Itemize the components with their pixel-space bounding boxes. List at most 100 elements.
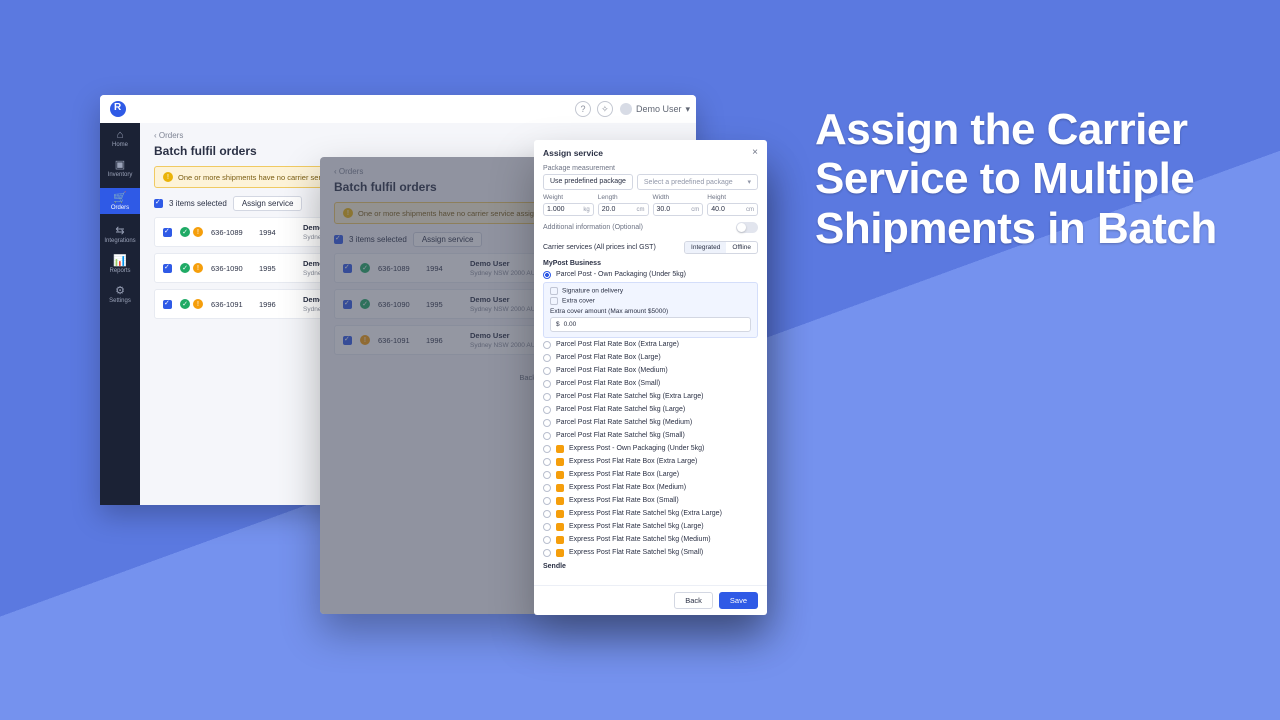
express-icon (556, 549, 564, 557)
reports-icon: 📊 (100, 254, 140, 267)
radio-icon (543, 419, 551, 427)
radio-icon (543, 380, 551, 388)
service-option[interactable]: Express Post Flat Rate Satchel 5kg (Extr… (543, 507, 758, 520)
service-option[interactable]: Express Post Flat Rate Satchel 5kg (Medi… (543, 533, 758, 546)
service-option[interactable]: Parcel Post Flat Rate Box (Large) (543, 351, 758, 364)
radio-icon (543, 271, 551, 279)
user-menu[interactable]: Demo User ▾ (620, 103, 690, 115)
breadcrumb[interactable]: ‹ Orders (154, 131, 682, 140)
radio-icon (543, 406, 551, 414)
assign-service-button[interactable]: Assign service (233, 196, 303, 211)
sidebar-item-orders[interactable]: 🛒Orders (100, 188, 140, 214)
service-option[interactable]: Parcel Post - Own Packaging (Under 5kg) (543, 268, 758, 281)
row-checkbox[interactable] (163, 264, 172, 273)
tab-offline[interactable]: Offline (726, 242, 757, 253)
service-option[interactable]: Express Post Flat Rate Box (Extra Large) (543, 455, 758, 468)
signature-checkbox[interactable]: Signature on delivery (550, 287, 751, 295)
express-icon (556, 445, 564, 453)
provider-mypost: MyPost Business (534, 256, 767, 268)
service-option[interactable]: Parcel Post Flat Rate Box (Extra Large) (543, 338, 758, 351)
service-source-tabs[interactable]: Integrated Offline (684, 241, 758, 254)
warning-icon: ! (193, 263, 203, 273)
user-name: Demo User (636, 104, 682, 114)
service-option[interactable]: Parcel Post Flat Rate Satchel 5kg (Extra… (543, 390, 758, 403)
express-icon (556, 471, 564, 479)
sidebar-item-inventory[interactable]: ▣Inventory (100, 158, 140, 178)
warning-icon: ! (163, 172, 173, 182)
check-icon: ✓ (180, 263, 190, 273)
weight-input[interactable]: 1.000kg (543, 203, 594, 216)
additional-info-label: Additional information (Optional) (543, 224, 643, 231)
radio-icon (543, 497, 551, 505)
close-icon[interactable]: × (752, 147, 758, 158)
integrations-icon: ⇆ (100, 224, 140, 237)
extra-cover-checkbox[interactable]: Extra cover (550, 297, 751, 305)
announce-icon[interactable]: ✧ (597, 101, 613, 117)
service-option[interactable]: Parcel Post Flat Rate Satchel 5kg (Large… (543, 403, 758, 416)
express-icon (556, 510, 564, 518)
predefined-package-select[interactable]: Select a predefined package ▾ (637, 174, 758, 190)
warning-icon: ! (193, 299, 203, 309)
topbar: ? ✧ Demo User ▾ (100, 95, 696, 123)
inventory-icon: ▣ (100, 158, 140, 171)
sidebar-item-home[interactable]: ⌂Home (100, 129, 140, 148)
service-option[interactable]: Express Post Flat Rate Satchel 5kg (Larg… (543, 520, 758, 533)
radio-icon (543, 523, 551, 531)
avatar-icon (620, 103, 632, 115)
express-icon (556, 458, 564, 466)
service-option[interactable]: Parcel Post Flat Rate Box (Small) (543, 377, 758, 390)
cart-icon: 🛒 (100, 191, 140, 204)
gear-icon: ⚙ (100, 284, 140, 297)
express-icon (556, 523, 564, 531)
radio-icon (543, 445, 551, 453)
radio-icon (543, 341, 551, 349)
service-option[interactable]: Express Post Flat Rate Box (Small) (543, 494, 758, 507)
service-option[interactable]: Express Post Flat Rate Satchel 5kg (Smal… (543, 546, 758, 559)
selection-count: 3 items selected (169, 199, 227, 208)
chevron-down-icon: ▾ (685, 104, 690, 115)
additional-info-toggle[interactable] (736, 222, 758, 233)
pkg-measurement-label: Package measurement (534, 162, 767, 174)
service-option[interactable]: Express Post - Own Packaging (Under 5kg) (543, 442, 758, 455)
radio-icon (543, 484, 551, 492)
save-button[interactable]: Save (719, 592, 758, 609)
express-icon (556, 536, 564, 544)
use-predefined-button[interactable]: Use predefined package (543, 174, 633, 190)
back-button[interactable]: Back (674, 592, 713, 609)
carrier-services-label: Carrier services (All prices incl GST) (543, 244, 656, 251)
home-icon: ⌂ (100, 129, 140, 141)
row-checkbox[interactable] (163, 228, 172, 237)
radio-icon (543, 510, 551, 518)
radio-icon (543, 432, 551, 440)
express-icon (556, 484, 564, 492)
height-input[interactable]: 40.0cm (707, 203, 758, 216)
help-icon[interactable]: ? (575, 101, 591, 117)
row-checkbox[interactable] (163, 300, 172, 309)
length-input[interactable]: 20.0cm (598, 203, 649, 216)
width-input[interactable]: 30.0cm (653, 203, 704, 216)
sidebar-item-settings[interactable]: ⚙Settings (100, 284, 140, 304)
warning-icon: ! (193, 227, 203, 237)
service-option[interactable]: Parcel Post Flat Rate Box (Medium) (543, 364, 758, 377)
sidebar-item-integrations[interactable]: ⇆Integrations (100, 224, 140, 244)
extra-cover-input[interactable]: $0.00 (550, 317, 751, 332)
tab-integrated[interactable]: Integrated (685, 242, 726, 253)
app-logo-icon (110, 101, 126, 117)
chevron-down-icon: ▾ (747, 178, 751, 186)
radio-icon (543, 536, 551, 544)
radio-icon (543, 458, 551, 466)
hero-headline: Assign the Carrier Service to Multiple S… (815, 105, 1280, 253)
radio-icon (543, 367, 551, 375)
select-all-checkbox[interactable] (154, 199, 163, 208)
service-option[interactable]: Express Post Flat Rate Box (Medium) (543, 481, 758, 494)
assign-service-modal: Assign service × Package measurement Use… (534, 140, 767, 615)
service-option[interactable]: Parcel Post Flat Rate Satchel 5kg (Mediu… (543, 416, 758, 429)
selected-service-options: Signature on delivery Extra cover Extra … (543, 282, 758, 338)
sidebar-item-reports[interactable]: 📊Reports (100, 254, 140, 274)
service-option[interactable]: Express Post Flat Rate Box (Large) (543, 468, 758, 481)
sidebar: ⌂Home ▣Inventory 🛒Orders ⇆Integrations 📊… (100, 123, 140, 505)
service-option[interactable]: Parcel Post Flat Rate Satchel 5kg (Small… (543, 429, 758, 442)
modal-title: Assign service (543, 148, 603, 158)
extra-cover-label: Extra cover amount (Max amount $5000) (550, 308, 751, 315)
provider-sendle: Sendle (534, 559, 767, 571)
